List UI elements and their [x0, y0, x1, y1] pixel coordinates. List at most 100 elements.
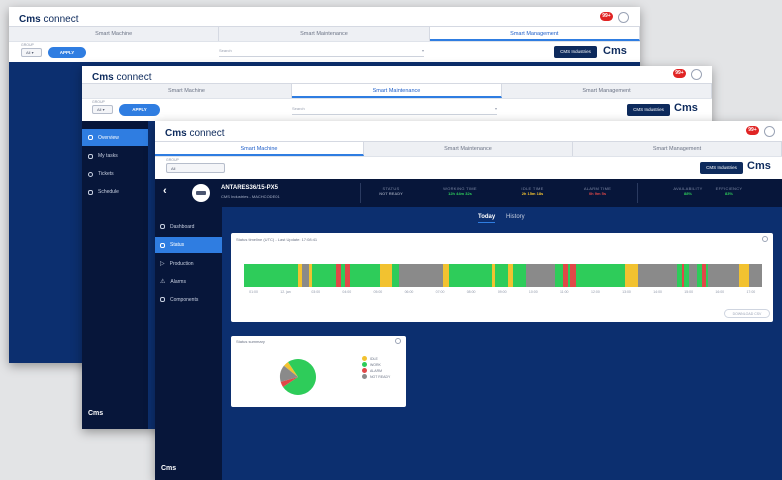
tab-smart-machine[interactable]: Smart Machine: [155, 142, 364, 156]
timeline-axis: 01:00 12. jan 03:00 04:00 05:00 06:00 07:00 08:…: [244, 290, 762, 296]
timeline-tick-label: 12:00: [591, 290, 600, 294]
kpi-efficiency: EFFICIENCY 83%: [715, 186, 743, 196]
timeline-segment-not-ready[interactable]: [302, 264, 309, 287]
timeline-segment-idle[interactable]: [738, 264, 750, 287]
search-input[interactable]: Search ▾: [292, 106, 497, 115]
company-button[interactable]: CMS Industries: [627, 104, 670, 116]
info-icon[interactable]: [762, 236, 768, 242]
tab-smart-maintenance[interactable]: Smart Maintenance: [219, 27, 430, 41]
legend-swatch: [362, 374, 367, 379]
brand-logo: Cms: [747, 160, 771, 172]
notification-badge[interactable]: 99+: [673, 69, 686, 78]
sidebar-item-my-tasks[interactable]: My tasks: [82, 149, 148, 163]
warning-icon: ⚠: [160, 279, 166, 285]
settings-icon[interactable]: [618, 12, 629, 23]
summary-title: Status summary: [236, 339, 265, 344]
timeline-segment-working[interactable]: [350, 264, 380, 287]
sidebar-item-alarms[interactable]: ⚠ Alarms: [155, 274, 222, 289]
top-bar: Cms connect 99+ Smart Machine Smart Main…: [9, 7, 640, 62]
machine-icon: [196, 191, 206, 195]
timeline-segment-working[interactable]: [391, 264, 400, 287]
status-pie-chart: [280, 359, 316, 395]
timeline-segment-idle[interactable]: [624, 264, 638, 287]
sidebar-item-schedule[interactable]: Schedule: [82, 185, 148, 199]
back-button[interactable]: ‹: [163, 185, 167, 197]
legend-item: IDLE: [362, 356, 378, 361]
tab-smart-machine[interactable]: Smart Machine: [82, 84, 292, 98]
header-divider: [637, 183, 638, 203]
tab-today[interactable]: Today: [478, 214, 496, 223]
timeline-segment-not-ready[interactable]: [749, 264, 762, 287]
timeline-segment-not-ready[interactable]: [637, 264, 677, 287]
sidebar-item-dashboard[interactable]: Dashboard: [155, 219, 222, 234]
kpi-working-time: WORKING TIME 12h 44m 32s: [443, 186, 477, 196]
tab-smart-maintenance[interactable]: Smart Maintenance: [292, 84, 502, 98]
timeline-segment-working[interactable]: [554, 264, 563, 287]
timeline-segment-working[interactable]: [244, 264, 299, 287]
tab-smart-management[interactable]: Smart Management: [429, 27, 640, 41]
filter-bar: GROUP All ▾ APPLY Search ▾ CMS Industries…: [82, 98, 712, 121]
tab-history[interactable]: History: [506, 214, 525, 220]
tab-smart-machine[interactable]: Smart Machine: [9, 27, 220, 41]
apply-button[interactable]: APPLY: [119, 104, 160, 116]
legend-label: WORK: [370, 362, 381, 367]
machine-name: ANTARES36/15-PX5: [221, 185, 278, 191]
timeline-segment-not-ready[interactable]: [526, 264, 555, 287]
download-csv-button[interactable]: DOWNLOAD CSV: [724, 309, 770, 318]
components-icon: [160, 297, 165, 302]
timeline-segment-working[interactable]: [513, 264, 527, 287]
header-divider: [360, 183, 361, 203]
search-input[interactable]: Search ▾: [219, 48, 424, 57]
settings-icon[interactable]: [764, 126, 775, 137]
timeline-segment-working[interactable]: [448, 264, 492, 287]
legend-item: NOT READY: [362, 374, 390, 379]
app-logo: Cms connect: [92, 72, 152, 83]
timeline-segment-working[interactable]: [312, 264, 337, 287]
timeline-segment-idle[interactable]: [379, 264, 392, 287]
timeline-segment-not-ready[interactable]: [689, 264, 698, 287]
legend-swatch: [362, 362, 367, 367]
company-button[interactable]: CMS Industries: [700, 162, 743, 174]
timeline-tick-label: 13:00: [622, 290, 631, 294]
apply-button[interactable]: APPLY: [48, 47, 86, 58]
timeline-segment-not-ready[interactable]: [707, 264, 739, 287]
timeline-segment-not-ready[interactable]: [399, 264, 444, 287]
company-button[interactable]: CMS Industries: [554, 46, 597, 58]
timeline-tick-label: 04:00: [342, 290, 352, 294]
tab-smart-management[interactable]: Smart Management: [573, 142, 782, 156]
info-icon[interactable]: [395, 338, 401, 344]
notification-badge[interactable]: 99+: [746, 126, 759, 135]
sidebar-item-status[interactable]: Status: [155, 237, 222, 253]
timeline-segment-working[interactable]: [495, 264, 509, 287]
timeline-tick-label: 15:00: [684, 290, 694, 294]
tasks-icon: [88, 153, 93, 159]
group-select[interactable]: All ▾: [92, 105, 113, 114]
timeline-tick-label: 01:00: [249, 290, 258, 294]
tab-smart-management[interactable]: Smart Management: [502, 84, 712, 98]
sidebar-item-components[interactable]: Components: [155, 292, 222, 307]
play-icon: ▷: [160, 261, 165, 267]
app-logo: Cms connect: [19, 14, 79, 25]
sidebar-footer-logo: Cms: [88, 410, 104, 417]
timeline-tick-label: 12. jan: [280, 290, 291, 294]
window-smart-machine: Cms connect 99+ Smart Machine Smart Main…: [155, 121, 782, 480]
sidebar-item-overview[interactable]: Overview: [82, 129, 148, 146]
sidebar-item-production[interactable]: ▷ Production: [155, 256, 222, 271]
filter-bar: GROUP All ▾ APPLY Search ▾ CMS Industries…: [9, 41, 640, 62]
main-tabs: Smart Machine Smart Maintenance Smart Ma…: [155, 141, 782, 156]
settings-icon[interactable]: [691, 69, 702, 80]
timeline-tick-label: 09:00: [497, 290, 507, 294]
group-select[interactable]: All ▾: [21, 48, 42, 57]
timeline-tick-label: 08:00: [466, 290, 476, 294]
tab-smart-maintenance[interactable]: Smart Maintenance: [364, 142, 573, 156]
group-select[interactable]: All: [166, 163, 225, 173]
notification-badge[interactable]: 99+: [600, 12, 613, 21]
timeline-title: Status timeline (UTC) - Last Update: 17:…: [236, 237, 318, 242]
legend-item: WORK: [362, 362, 381, 367]
kpi-idle-time: IDLE TIME 2h 15m 18s: [521, 186, 544, 196]
timeline-segment-working[interactable]: [575, 264, 625, 287]
sidebar: Dashboard Status ▷ Production ⚠ Alarms Com…: [155, 207, 222, 480]
top-bar: Cms connect 99+ Smart Machine Smart Main…: [82, 66, 712, 121]
kpi-status: STATUS NOT READY: [379, 186, 403, 196]
sidebar-item-tickets[interactable]: Tickets: [82, 167, 148, 181]
